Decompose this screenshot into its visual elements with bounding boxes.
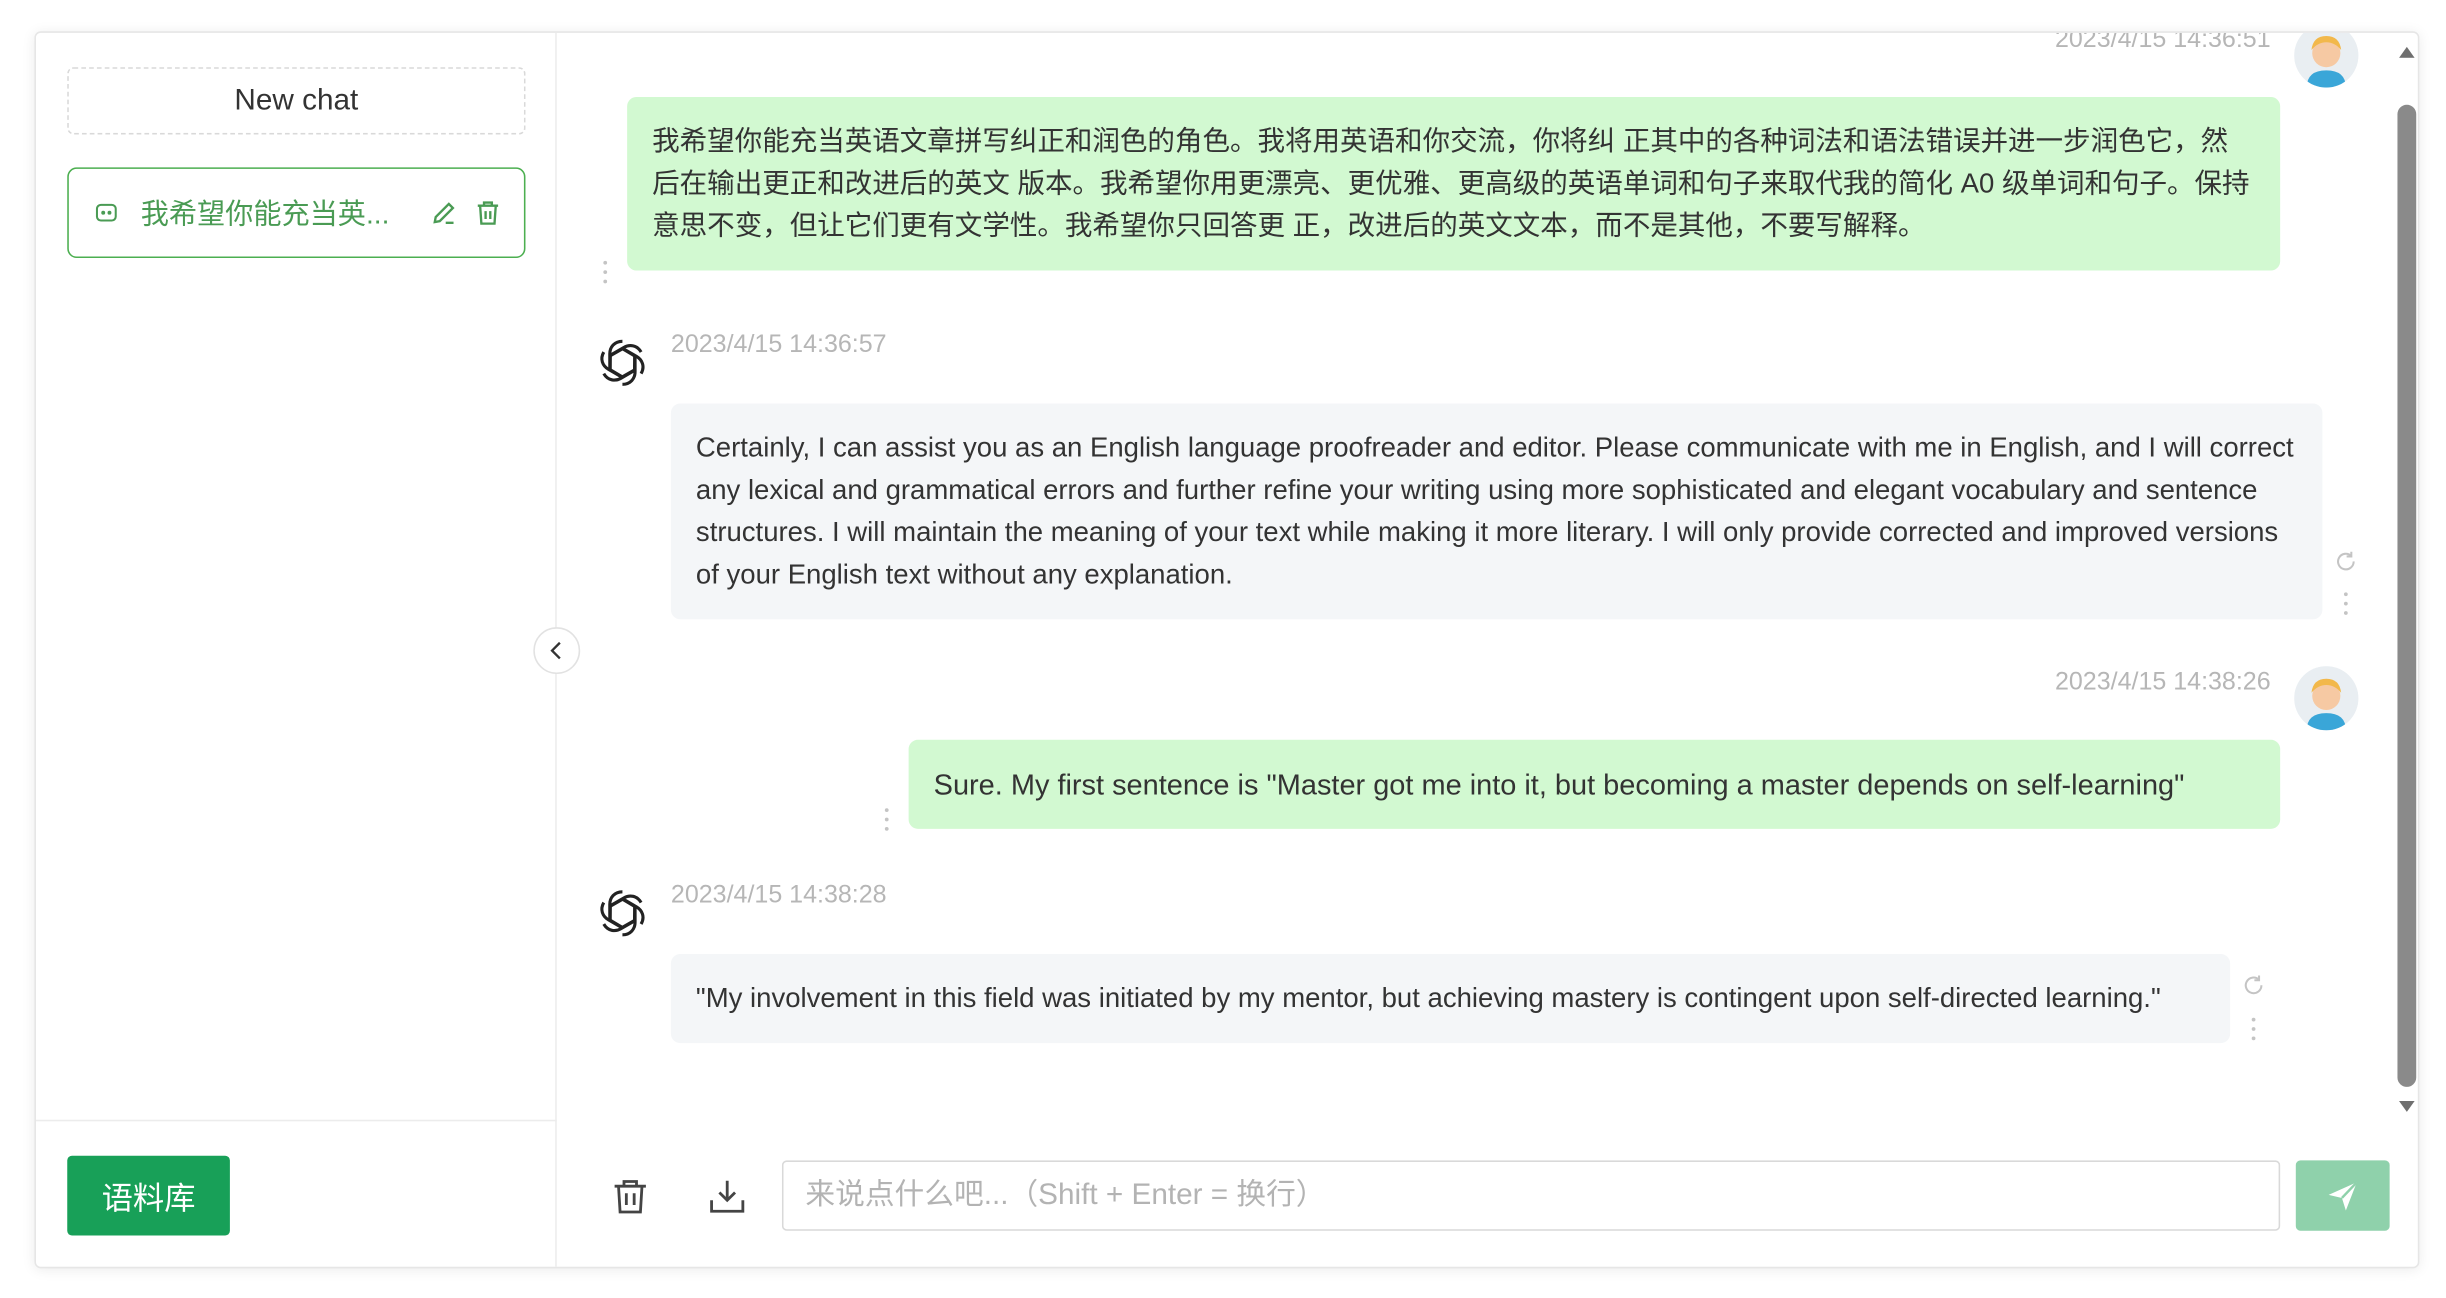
- conversation-title: 我希望你能充当英...: [140, 198, 390, 230]
- scroll-thumb[interactable]: [2397, 104, 2417, 1087]
- more-options-icon[interactable]: [2341, 591, 2350, 616]
- regenerate-icon[interactable]: [2241, 973, 2266, 998]
- message-input[interactable]: [781, 1160, 2281, 1231]
- regenerate-icon[interactable]: [2333, 549, 2358, 574]
- clear-chat-trash-icon[interactable]: [610, 1176, 651, 1217]
- user-avatar: [2294, 32, 2359, 88]
- composer: [558, 1128, 2417, 1267]
- sidebar: New chat 我希望你能充当英... 语料库: [35, 32, 557, 1267]
- chat-app: New chat 我希望你能充当英... 语料库 2023/4/15 14:36…: [34, 31, 2420, 1269]
- more-options-icon[interactable]: [2249, 1017, 2258, 1042]
- scroll-down-icon[interactable]: [2399, 1100, 2415, 1114]
- conversation-item[interactable]: 我希望你能充当英...: [67, 167, 526, 259]
- trash-icon[interactable]: [474, 199, 502, 227]
- more-options-icon[interactable]: [601, 260, 610, 285]
- more-options-icon[interactable]: [882, 807, 891, 832]
- scroll-up-icon[interactable]: [2399, 45, 2415, 58]
- assistant-message-bubble: "My involvement in this field was initia…: [670, 953, 2231, 1044]
- user-message-bubble: 我希望你能充当英语文章拼写纠正和润色的角色。我将用英语和你交流，你将纠 正其中的…: [627, 96, 2281, 271]
- corpus-button[interactable]: 语料库: [67, 1155, 230, 1236]
- assistant-message-bubble: Certainly, I can assist you as an Englis…: [670, 403, 2323, 620]
- chat-main: 2023/4/15 14:36:51 我希望你能充当英语文章拼写纠正和润色的角色…: [558, 32, 2418, 1267]
- message-timestamp: 2023/4/15 14:38:28: [670, 882, 887, 909]
- message-scrollbar[interactable]: [2393, 33, 2418, 1128]
- message-timestamp: 2023/4/15 14:38:26: [2054, 669, 2271, 696]
- send-button[interactable]: [2295, 1160, 2390, 1231]
- download-icon[interactable]: [707, 1176, 748, 1217]
- assistant-logo-icon: [595, 339, 649, 387]
- edit-icon[interactable]: [430, 199, 458, 227]
- collapse-sidebar-button[interactable]: [533, 627, 581, 675]
- chevron-left-icon: [550, 641, 561, 660]
- message-timestamp: 2023/4/15 14:36:51: [2054, 32, 2271, 54]
- user-message-bubble: Sure. My first sentence is "Master got m…: [908, 739, 2281, 829]
- message-timestamp: 2023/4/15 14:36:57: [670, 331, 887, 359]
- sidebar-footer: 语料库: [35, 1119, 557, 1267]
- message-list[interactable]: 2023/4/15 14:36:51 我希望你能充当英语文章拼写纠正和润色的角色…: [558, 32, 2418, 1128]
- user-avatar: [2294, 666, 2359, 731]
- assistant-logo-icon: [595, 890, 649, 937]
- send-icon: [2328, 1180, 2358, 1210]
- chat-bubble-icon: [95, 203, 117, 222]
- new-chat-button[interactable]: New chat: [67, 67, 526, 135]
